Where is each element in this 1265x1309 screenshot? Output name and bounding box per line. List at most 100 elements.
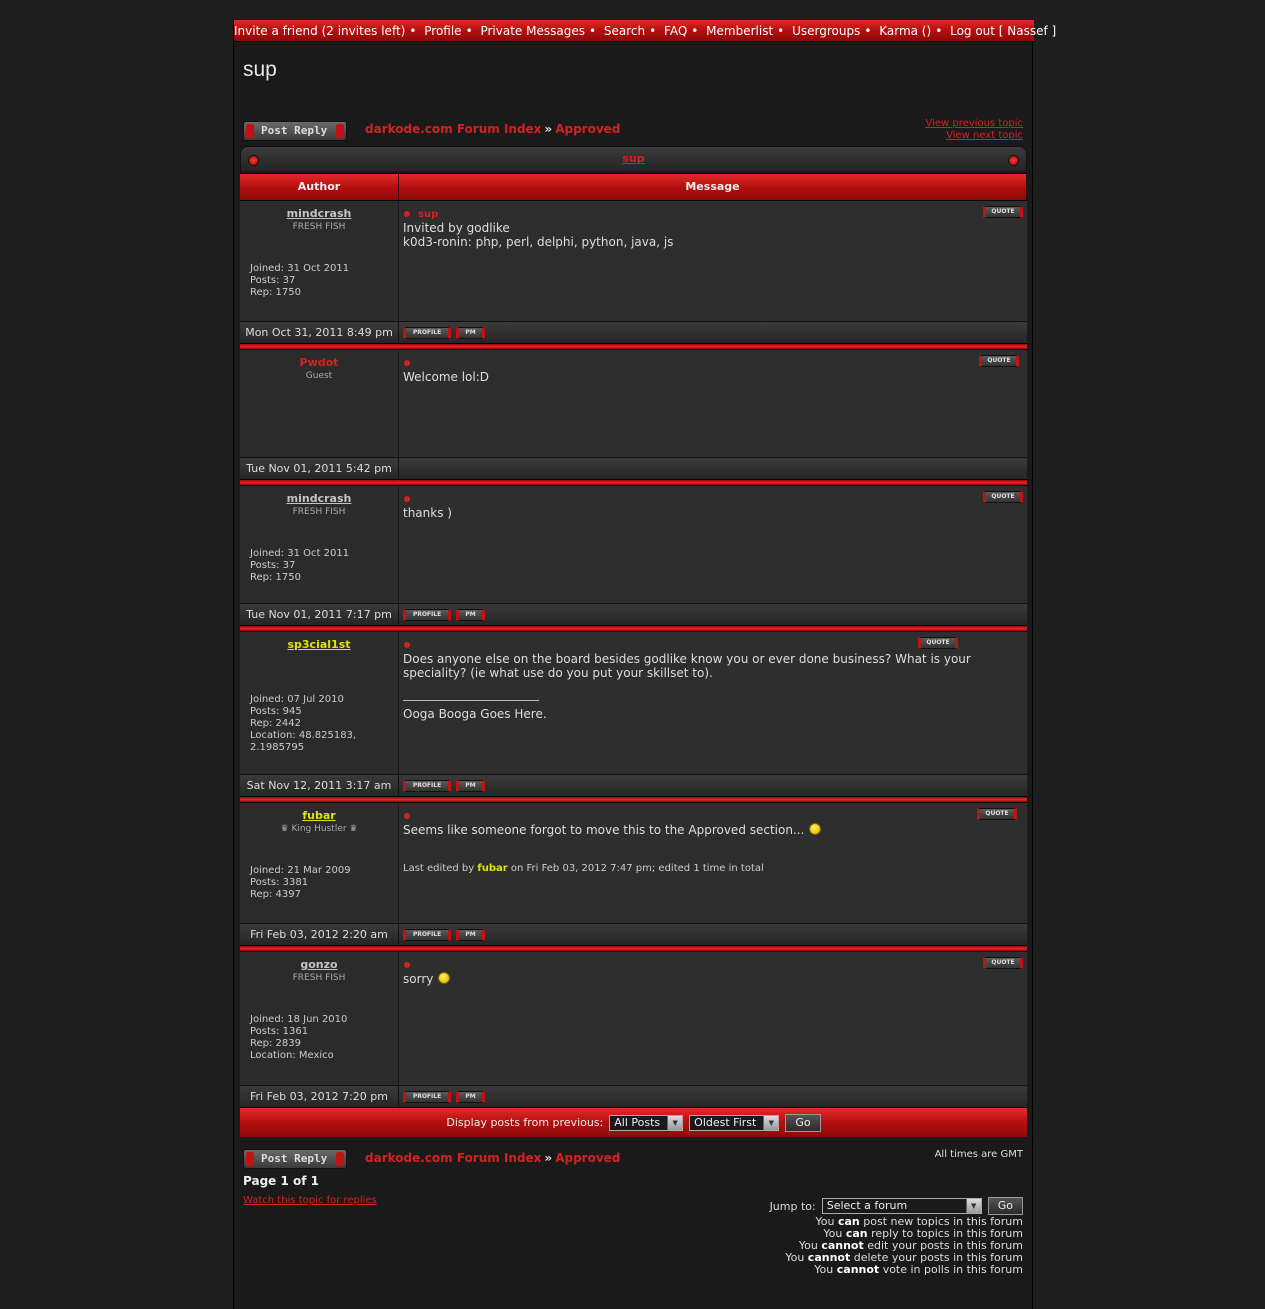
display-options-bar: Display posts from previous: All Posts ▼ … bbox=[240, 1107, 1027, 1137]
post-row: fubar ♛ King Hustler ♛ Joined: 21 Mar 20… bbox=[240, 802, 1027, 951]
pm-button[interactable]: PM bbox=[456, 779, 485, 792]
jump-to: Jump to: Select a forum ▼ Go bbox=[770, 1197, 1023, 1215]
post-author: gonzo FRESH FISH Joined: 18 Jun 2010 Pos… bbox=[240, 952, 399, 1085]
author-name-link[interactable]: fubar bbox=[244, 809, 394, 822]
author-name: Pwdot bbox=[299, 356, 339, 369]
breadcrumb-approved[interactable]: Approved bbox=[555, 1151, 620, 1165]
view-next-topic-link[interactable]: View next topic bbox=[946, 130, 1023, 141]
timezone-note: All times are GMT bbox=[934, 1149, 1023, 1160]
nav-logout[interactable]: Log out [ Nassef ] bbox=[950, 24, 1056, 38]
post-icon bbox=[404, 211, 410, 217]
author-rank: FRESH FISH bbox=[292, 222, 346, 232]
author-rank: Guest bbox=[305, 371, 333, 381]
pm-button[interactable]: PM bbox=[456, 1090, 485, 1103]
post-row: Pwdot Guest Welcome lol:D QUOTE Tue Nov … bbox=[240, 349, 1027, 485]
signature-divider bbox=[403, 700, 539, 701]
post-body: thanks ) QUOTE bbox=[399, 486, 1027, 603]
post-message: Does anyone else on the board besides go… bbox=[403, 652, 975, 680]
nav-usergroups[interactable]: Usergroups bbox=[792, 24, 860, 38]
quote-button[interactable]: QUOTE bbox=[983, 957, 1023, 969]
post-message: Seems like someone forgot to move this t… bbox=[403, 823, 1023, 837]
display-go-button[interactable]: Go bbox=[785, 1113, 821, 1132]
post-date: Tue Nov 01, 2011 5:42 pm bbox=[240, 458, 399, 479]
quote-button[interactable]: QUOTE bbox=[979, 355, 1019, 367]
author-stats: Joined: 31 Oct 2011 Posts: 37 Rep: 1750 bbox=[250, 548, 350, 583]
caption-right-dot bbox=[1008, 155, 1019, 166]
breadcrumb-bottom: darkode.com Forum Index» Approved bbox=[365, 1151, 621, 1165]
breadcrumb-forum-index[interactable]: darkode.com Forum Index bbox=[365, 1151, 541, 1165]
quote-button[interactable]: QUOTE bbox=[977, 808, 1017, 820]
post-reply-button-bottom[interactable]: Post Reply bbox=[243, 1149, 347, 1169]
profile-button[interactable]: PROFILE bbox=[403, 1090, 451, 1103]
pm-button[interactable]: PM bbox=[456, 326, 485, 339]
quote-button[interactable]: QUOTE bbox=[918, 637, 958, 649]
profile-button[interactable]: PROFILE bbox=[403, 608, 451, 621]
post-range-select[interactable]: All Posts ▼ bbox=[609, 1114, 684, 1131]
post-row: sp3cial1st Joined: 07 Jul 2010 Posts: 94… bbox=[240, 631, 1027, 802]
edited-by-user[interactable]: fubar bbox=[477, 863, 507, 874]
sad-smiley-icon bbox=[438, 972, 451, 984]
page-indicator: Page 1 of 1 bbox=[243, 1174, 319, 1188]
pm-button[interactable]: PM bbox=[456, 608, 485, 621]
post-author: mindcrash FRESH FISH Joined: 31 Oct 2011… bbox=[240, 201, 399, 321]
post-date: Fri Feb 03, 2012 2:20 am bbox=[240, 924, 399, 945]
nav-karma[interactable]: Karma () bbox=[879, 24, 931, 38]
author-name-link[interactable]: sp3cial1st bbox=[244, 638, 394, 651]
quote-button[interactable]: QUOTE bbox=[983, 491, 1023, 503]
watch-topic-link[interactable]: Watch this topic for replies bbox=[243, 1195, 377, 1206]
jump-go-button[interactable]: Go bbox=[987, 1197, 1023, 1215]
quote-button[interactable]: QUOTE bbox=[983, 206, 1023, 218]
author-stats: Joined: 18 Jun 2010 Posts: 1361 Rep: 283… bbox=[250, 1014, 348, 1061]
breadcrumb-approved[interactable]: Approved bbox=[555, 122, 620, 136]
top-navigation: Invite a friend (2 invites left) • Profil… bbox=[234, 20, 1056, 42]
post-footer: Sat Nov 12, 2011 3:17 am PROFILE PM bbox=[240, 774, 1027, 796]
jump-forum-select[interactable]: Select a forum ▼ bbox=[821, 1198, 982, 1214]
chevron-down-icon: ▼ bbox=[763, 1115, 779, 1130]
profile-button[interactable]: PROFILE bbox=[403, 326, 451, 339]
profile-button[interactable]: PROFILE bbox=[403, 779, 451, 792]
post-subject bbox=[403, 356, 1023, 370]
topic-caption-link[interactable]: sup bbox=[622, 152, 644, 165]
pm-button[interactable]: PM bbox=[456, 928, 485, 941]
post-subject bbox=[403, 492, 1023, 506]
post-icon bbox=[404, 496, 410, 502]
forum-permissions: You can post new topics in this forum Yo… bbox=[785, 1216, 1023, 1276]
author-stats: Joined: 07 Jul 2010 Posts: 945 Rep: 2442… bbox=[250, 694, 357, 753]
post-row: mindcrash FRESH FISH Joined: 31 Oct 2011… bbox=[240, 200, 1027, 349]
column-message: Message bbox=[399, 174, 1027, 200]
post-date: Tue Nov 01, 2011 7:17 pm bbox=[240, 604, 399, 625]
breadcrumb: darkode.com Forum Index» Approved bbox=[365, 122, 621, 136]
post-signature: Ooga Booga Goes Here. bbox=[403, 707, 547, 721]
post-icon bbox=[404, 962, 410, 968]
nav-search[interactable]: Search bbox=[604, 24, 645, 38]
post-order-select[interactable]: Oldest First ▼ bbox=[689, 1114, 780, 1131]
post-body: Does anyone else on the board besides go… bbox=[399, 632, 1027, 774]
table-caption: sup bbox=[240, 146, 1027, 173]
post-subject bbox=[403, 958, 1023, 972]
topic-table: sup Author Message mindcrash FRESH FISH … bbox=[240, 146, 1027, 1137]
nav-faq[interactable]: FAQ bbox=[664, 24, 687, 38]
nav-memberlist[interactable]: Memberlist bbox=[706, 24, 773, 38]
post-body: sup Invited by godlike k0d3-ronin: php, … bbox=[399, 201, 1027, 321]
post-date: Sat Nov 12, 2011 3:17 am bbox=[240, 775, 399, 796]
view-previous-topic-link[interactable]: View previous topic bbox=[925, 118, 1023, 129]
post-author: sp3cial1st Joined: 07 Jul 2010 Posts: 94… bbox=[240, 632, 399, 774]
author-name-link[interactable]: mindcrash bbox=[244, 492, 394, 505]
nav-private-messages[interactable]: Private Messages bbox=[480, 24, 585, 38]
author-name-link[interactable]: mindcrash bbox=[244, 207, 394, 220]
edit-notice: Last edited by fubar on Fri Feb 03, 2012… bbox=[403, 863, 764, 874]
nav-invite[interactable]: Invite a friend (2 invites left) bbox=[234, 24, 405, 38]
post-reply-button[interactable]: Post Reply bbox=[243, 121, 347, 141]
post-footer: Tue Nov 01, 2011 5:42 pm bbox=[240, 457, 1027, 479]
post-footer: Fri Feb 03, 2012 2:20 am PROFILE PM bbox=[240, 923, 1027, 945]
profile-button[interactable]: PROFILE bbox=[403, 928, 451, 941]
breadcrumb-forum-index[interactable]: darkode.com Forum Index bbox=[365, 122, 541, 136]
post-icon bbox=[404, 642, 410, 648]
post-message: Invited by godlike k0d3-ronin: php, perl… bbox=[403, 221, 674, 249]
author-stats: Joined: 31 Oct 2011 Posts: 37 Rep: 1750 bbox=[250, 263, 350, 298]
column-author: Author bbox=[240, 174, 399, 200]
nav-profile[interactable]: Profile bbox=[424, 24, 461, 38]
post-message: Welcome lol:D bbox=[403, 370, 489, 384]
author-name-link[interactable]: gonzo bbox=[244, 958, 394, 971]
post-date: Mon Oct 31, 2011 8:49 pm bbox=[240, 322, 399, 343]
